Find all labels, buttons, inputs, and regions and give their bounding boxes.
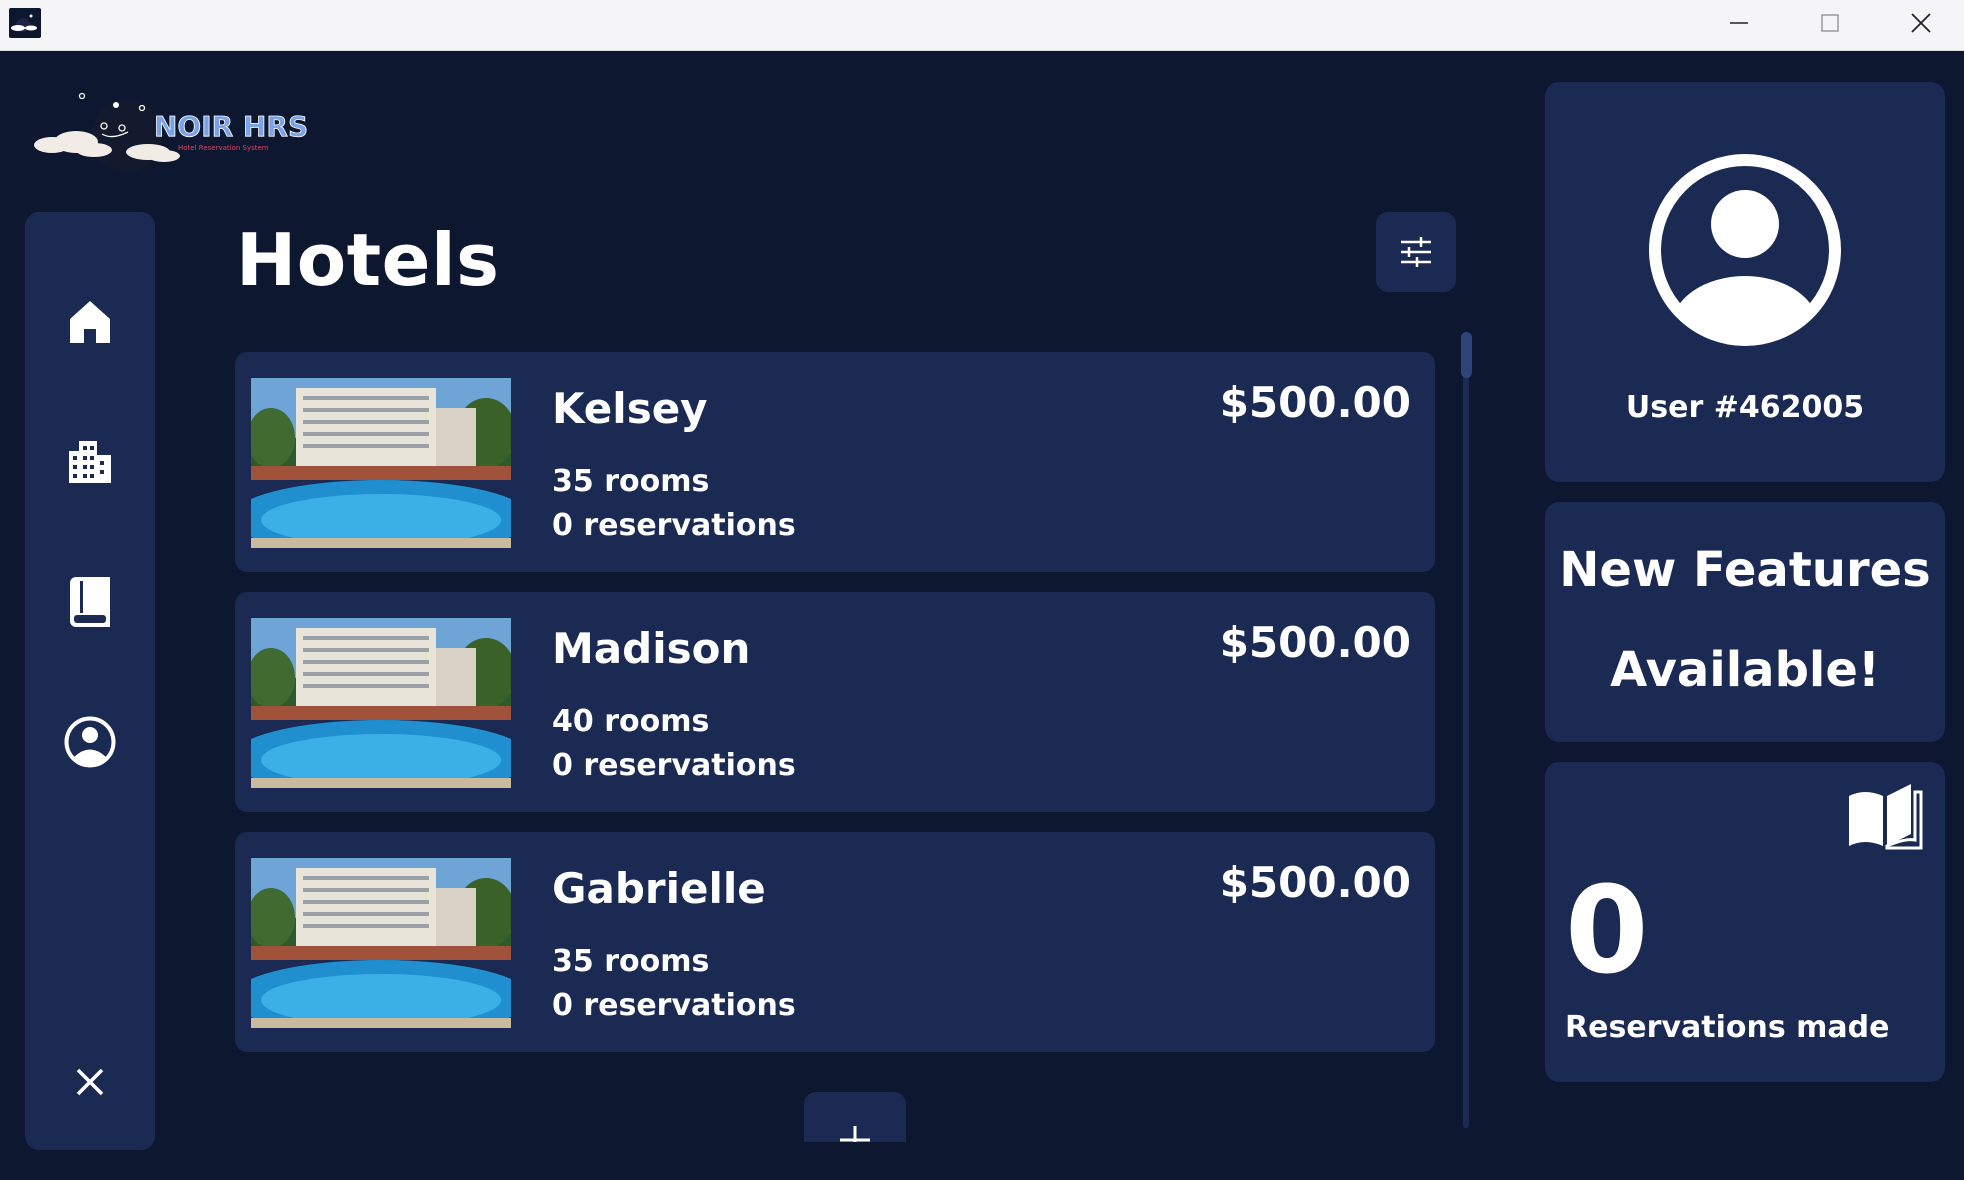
hotel-image [251, 378, 511, 548]
sidebar-exit-button[interactable] [50, 1042, 130, 1122]
new-features-card[interactable]: New Features Available! [1545, 502, 1945, 742]
hotel-rooms: 40 rooms [552, 704, 710, 739]
hotel-rooms: 35 rooms [552, 944, 710, 979]
home-icon [70, 301, 110, 343]
close-window-button[interactable] [1876, 0, 1964, 46]
hotel-reservations: 0 reservations [552, 748, 796, 783]
user-avatar-icon [1649, 154, 1841, 346]
close-icon [1911, 13, 1931, 33]
hotel-card[interactable]: Gabrielle $500.00 35 rooms 0 reservation… [235, 832, 1435, 1052]
minimize-icon [1730, 22, 1748, 24]
hotel-image [251, 858, 511, 1028]
hotel-name: Kelsey [552, 384, 708, 433]
page-title: Hotels [236, 218, 500, 302]
user-circle-icon [64, 716, 116, 768]
sliders-icon [1401, 237, 1431, 267]
hotel-price: $500.00 [1219, 618, 1411, 667]
maximize-button[interactable] [1785, 0, 1875, 46]
hotel-card[interactable]: Kelsey $500.00 35 rooms 0 reservations [235, 352, 1435, 572]
reservations-count: 0 [1565, 862, 1649, 1001]
app-icon [9, 8, 41, 38]
hotel-reservations: 0 reservations [552, 508, 796, 543]
minimize-button[interactable] [1694, 0, 1784, 46]
hotel-price: $500.00 [1219, 378, 1411, 427]
book-icon [70, 577, 110, 627]
close-icon [76, 1068, 104, 1096]
hotel-name: Gabrielle [552, 864, 766, 913]
hotel-price: $500.00 [1219, 858, 1411, 907]
reservations-summary-card: 0 Reservations made [1545, 762, 1945, 1082]
plus-icon [840, 1126, 870, 1142]
sidebar-item-reservations[interactable] [50, 562, 130, 642]
app-logo: NOIR HRS Hotel Reservation System [32, 88, 332, 178]
scrollbar-thumb[interactable] [1461, 332, 1472, 378]
features-title-line1: New Features [1559, 542, 1931, 598]
sidebar [25, 212, 155, 1150]
hotel-reservations: 0 reservations [552, 988, 796, 1023]
profile-card[interactable]: User #462005 [1545, 82, 1945, 482]
hotel-name: Madison [552, 624, 751, 673]
window-titlebar [0, 0, 1964, 51]
user-label: User #462005 [1625, 390, 1865, 425]
scrollbar-track[interactable] [1463, 332, 1469, 1128]
maximize-icon [1821, 14, 1839, 32]
open-book-icon [1849, 784, 1923, 850]
filter-button[interactable] [1376, 212, 1456, 292]
logo-title: NOIR HRS [154, 110, 308, 143]
reservations-label: Reservations made [1565, 1010, 1890, 1045]
add-hotel-button[interactable] [804, 1092, 906, 1142]
sidebar-item-home[interactable] [50, 282, 130, 362]
sidebar-item-profile[interactable] [50, 702, 130, 782]
hotel-card[interactable]: Madison $500.00 40 rooms 0 reservations [235, 592, 1435, 812]
hotel-rooms: 35 rooms [552, 464, 710, 499]
building-icon [69, 441, 111, 483]
logo-subtitle: Hotel Reservation System [178, 144, 269, 152]
hotel-image [251, 618, 511, 788]
sidebar-item-hotels[interactable] [50, 422, 130, 502]
features-title-line2: Available! [1610, 642, 1880, 698]
